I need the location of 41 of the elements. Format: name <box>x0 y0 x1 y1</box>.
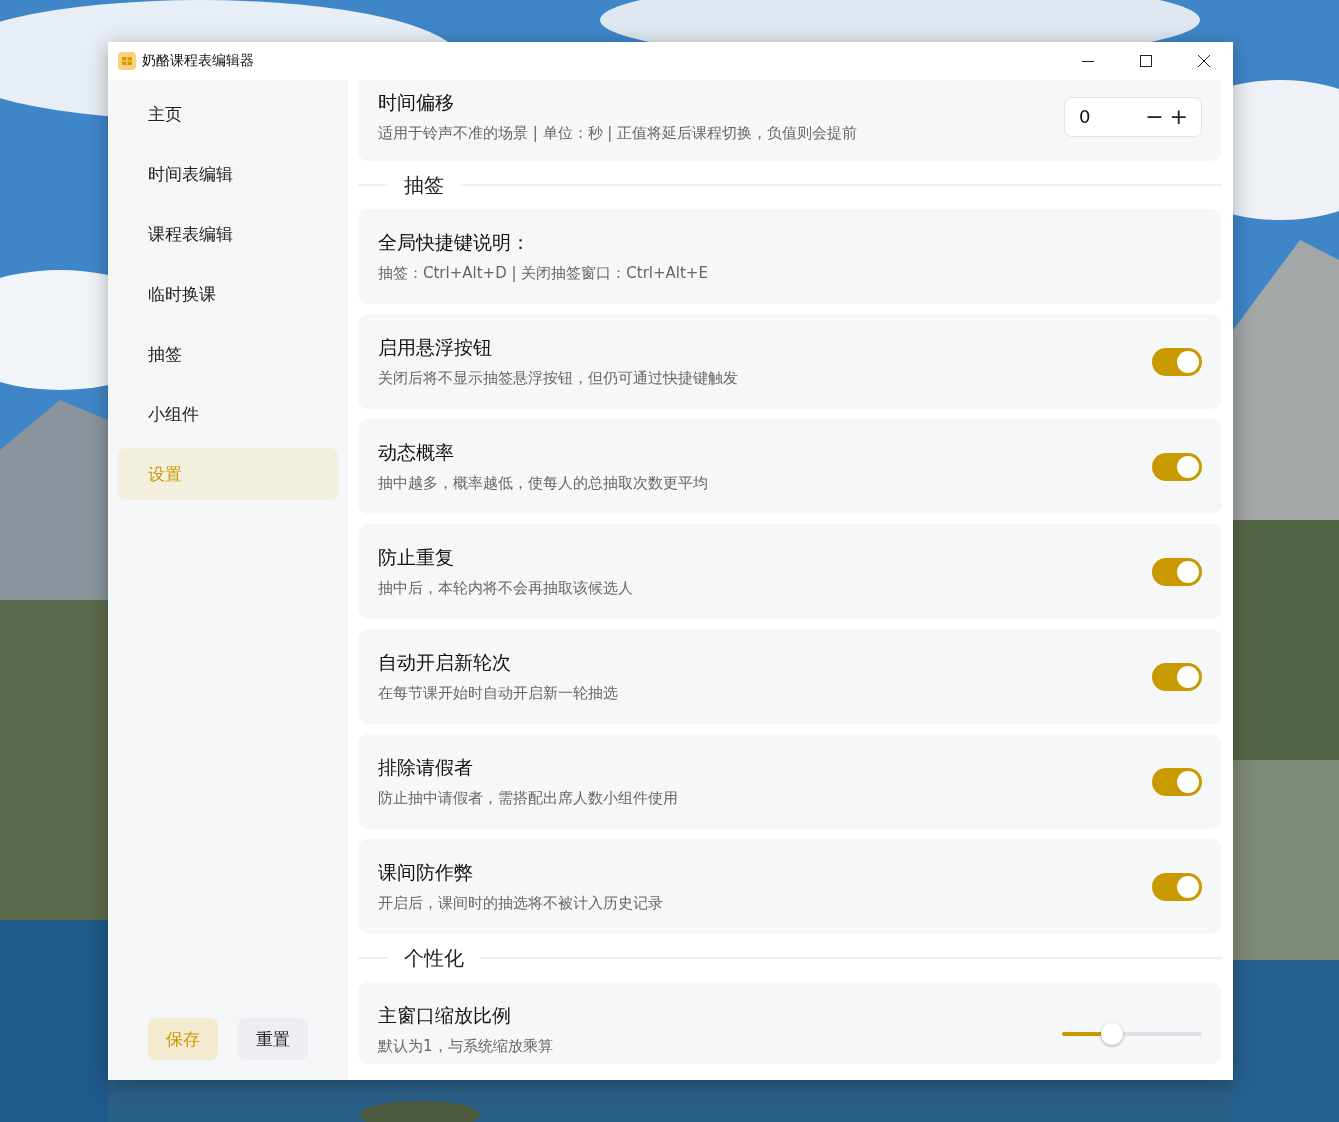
setting-description: 关闭后将不显示抽签悬浮按钮，但仍可通过快捷键触发 <box>378 369 739 388</box>
sidebar-item[interactable]: 小组件 <box>118 388 338 440</box>
sidebar-item[interactable]: 临时换课 <box>118 268 338 320</box>
toggle-switch[interactable] <box>1152 872 1202 901</box>
setting-title: 排除请假者 <box>378 755 474 780</box>
setting-description: 适用于铃声不准的场景 | 单位：秒 | 正值将延后课程切换，负值则会提前 <box>378 124 859 143</box>
toggle-switch[interactable] <box>1152 662 1202 691</box>
close-icon <box>1198 55 1210 67</box>
setting-description: 抽中后，本轮内将不会再抽取该候选人 <box>378 579 634 598</box>
maximize-icon <box>1140 55 1152 67</box>
setting-title: 全局快捷键说明： <box>378 230 531 255</box>
setting-title: 防止重复 <box>378 545 455 570</box>
setting-title: 课间防作弊 <box>378 860 474 885</box>
section-title: 个性化 <box>403 944 465 972</box>
toggle-switch[interactable] <box>1152 347 1202 376</box>
decrement-button[interactable]: − <box>1142 104 1167 129</box>
toggle-switch[interactable] <box>1152 452 1202 481</box>
setting-description: 在每节课开始时自动开启新一轮抽选 <box>378 684 619 703</box>
sidebar-item[interactable]: 主页 <box>118 88 338 140</box>
setting-description: 抽中越多，概率越低，使每人的总抽取次数更平均 <box>378 474 709 493</box>
setting-title: 主窗口缩放比例 <box>378 1003 512 1028</box>
sidebar-item[interactable]: 时间表编辑 <box>118 148 338 200</box>
table-icon <box>118 52 136 70</box>
section-title: 抽签 <box>403 171 445 199</box>
setting-description: 防止抽中请假者，需搭配出席人数小组件使用 <box>378 789 679 808</box>
setting-description: 抽签：Ctrl+Alt+D | 关闭抽签窗口：Ctrl+Alt+E <box>378 264 709 283</box>
setting-title: 动态概率 <box>378 440 455 465</box>
number-field[interactable]: 0 − + <box>1064 96 1202 137</box>
slider-thumb[interactable] <box>1101 1022 1124 1045</box>
setting-description: 默认为1，与系统缩放乘算 <box>378 1037 554 1056</box>
toggle-switch[interactable] <box>1152 767 1202 796</box>
setting-title: 自动开启新轮次 <box>378 650 512 675</box>
increment-button[interactable]: + <box>1166 104 1191 129</box>
setting-title: 时间偏移 <box>378 90 455 115</box>
window-title: 奶酪课程表编辑器 <box>142 52 255 70</box>
setting-description: 开启后，课间时的抽选将不被计入历史记录 <box>378 894 664 913</box>
reset-button[interactable]: 重置 <box>238 1018 308 1060</box>
toggle-switch[interactable] <box>1152 557 1202 586</box>
sidebar-item[interactable]: 抽签 <box>118 328 338 380</box>
sidebar-item[interactable]: 课程表编辑 <box>118 208 338 260</box>
setting-title: 启用悬浮按钮 <box>378 335 493 360</box>
